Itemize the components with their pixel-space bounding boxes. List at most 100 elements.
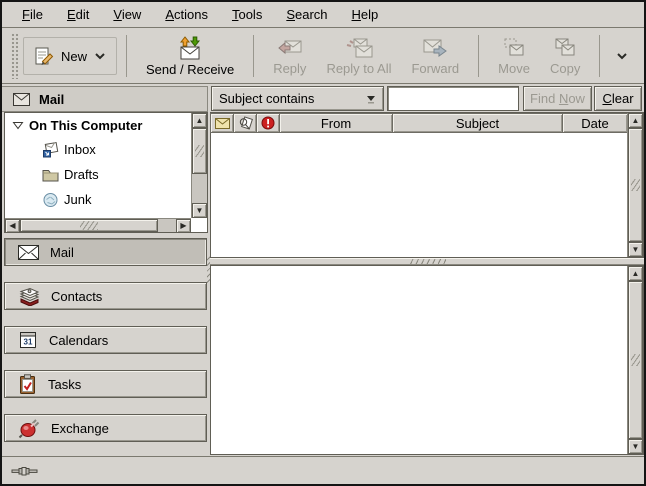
send-receive-button[interactable]: Send / Receive <box>136 32 244 81</box>
scrollbar-track[interactable] <box>192 128 207 203</box>
scroll-down-button[interactable]: ▼ <box>628 439 643 454</box>
reply-to-all-label: Reply to All <box>326 61 391 76</box>
search-criteria-dropdown[interactable]: Subject contains <box>211 86 384 111</box>
scroll-down-button[interactable]: ▼ <box>628 242 643 257</box>
toolbar-separator <box>599 35 600 77</box>
scrollbar-thumb[interactable] <box>20 219 158 232</box>
tree-item-junk[interactable]: Junk <box>6 187 190 212</box>
column-from[interactable]: From <box>279 113 393 133</box>
column-date[interactable]: Date <box>562 113 628 133</box>
scroll-up-button[interactable]: ▲ <box>628 266 643 281</box>
column-message-status[interactable] <box>210 113 234 133</box>
online-status-plug-icon[interactable] <box>11 465 41 477</box>
mail-header-envelope-icon <box>13 93 30 106</box>
thumb-grip <box>195 145 204 157</box>
new-message-icon <box>34 46 54 66</box>
menu-bar: File Edit View Actions Tools Search Help <box>2 2 644 28</box>
preview-splitter[interactable] <box>210 258 644 265</box>
copy-label: Copy <box>550 61 580 76</box>
menu-help[interactable]: Help <box>340 3 391 26</box>
tasks-icon <box>18 374 37 395</box>
menu-actions[interactable]: Actions <box>153 3 220 26</box>
junk-icon <box>42 192 59 208</box>
scroll-up-button[interactable]: ▲ <box>192 113 207 128</box>
preview-pane[interactable]: ▲ ▼ <box>210 265 644 455</box>
column-subject[interactable]: Subject <box>392 113 563 133</box>
message-status-icon <box>215 118 230 129</box>
scrollbar-track[interactable] <box>20 219 176 232</box>
clear-button[interactable]: Clear <box>594 86 642 111</box>
sidebar-header: Mail <box>2 86 208 112</box>
toolbar-drag-handle[interactable] <box>11 33 18 79</box>
preview-vertical-scrollbar: ▲ ▼ <box>627 266 643 454</box>
thumb-grip <box>631 179 640 191</box>
switcher-calendars-button[interactable]: 31 Calendars <box>4 326 207 354</box>
scrollbar-thumb[interactable] <box>628 128 643 242</box>
send-receive-label: Send / Receive <box>146 62 234 77</box>
svg-text:31: 31 <box>24 338 33 347</box>
switcher-tasks-button[interactable]: Tasks <box>4 370 207 398</box>
folder-tree-horizontal-scrollbar: ◀ ▶ <box>5 218 191 232</box>
folder-tree-rows: On This Computer Inbox <box>6 114 190 217</box>
scroll-left-button[interactable]: ◀ <box>5 219 20 233</box>
forward-label: Forward <box>411 61 459 76</box>
toolbar-overflow-button[interactable] <box>612 48 632 64</box>
exchange-icon <box>18 417 40 439</box>
tree-item-on-this-computer[interactable]: On This Computer <box>6 114 190 137</box>
reply-to-all-button[interactable]: Reply to All <box>316 33 401 80</box>
tree-item-label: Inbox <box>64 142 96 157</box>
menu-search[interactable]: Search <box>274 3 339 26</box>
reply-button[interactable]: Reply <box>263 33 316 80</box>
message-list[interactable]: From Subject Date ▲ ▼ <box>210 112 644 258</box>
scroll-down-button[interactable]: ▼ <box>192 203 207 218</box>
folder-tree: On This Computer Inbox <box>4 112 208 233</box>
search-criteria-value: Subject contains <box>219 91 314 106</box>
forward-icon <box>422 37 448 59</box>
menu-view[interactable]: View <box>101 3 153 26</box>
switcher-contacts-button[interactable]: Contacts <box>4 282 207 310</box>
reply-to-all-icon <box>344 37 374 59</box>
new-button[interactable]: New <box>23 37 117 75</box>
thumb-grip <box>80 221 98 230</box>
menu-edit[interactable]: Edit <box>55 3 101 26</box>
folder-tree-vertical-scrollbar: ▲ ▼ <box>191 113 207 218</box>
send-receive-icon <box>176 36 204 60</box>
copy-button[interactable]: Copy <box>540 33 590 80</box>
folder-icon <box>42 168 59 182</box>
switcher-label: Contacts <box>51 289 102 304</box>
switcher-exchange-button[interactable]: Exchange <box>4 414 207 442</box>
chevron-down-icon <box>616 52 628 60</box>
switcher-mail-button[interactable]: Mail <box>4 238 207 266</box>
scroll-right-button[interactable]: ▶ <box>176 219 191 233</box>
find-now-button[interactable]: Find Now <box>523 86 592 111</box>
status-bar <box>2 456 644 484</box>
scroll-up-button[interactable]: ▲ <box>628 113 643 128</box>
splitter-grip <box>408 259 446 264</box>
move-button[interactable]: Move <box>488 33 540 80</box>
toolbar-separator <box>253 35 254 77</box>
tree-item-inbox[interactable]: Inbox <box>6 137 190 162</box>
menu-tools[interactable]: Tools <box>220 3 274 26</box>
toolbar-separator <box>478 35 479 77</box>
menu-file[interactable]: File <box>10 3 55 26</box>
new-button-label: New <box>61 49 87 64</box>
forward-button[interactable]: Forward <box>401 33 469 80</box>
message-list-header: From Subject Date <box>211 113 628 133</box>
scrollbar-thumb[interactable] <box>628 281 643 439</box>
scrollbar-track[interactable] <box>628 281 643 439</box>
search-input[interactable] <box>387 86 519 111</box>
column-attachment[interactable] <box>233 113 257 133</box>
scrollbar-track[interactable] <box>628 128 643 242</box>
column-priority[interactable] <box>256 113 280 133</box>
move-icon <box>502 37 526 59</box>
thumb-grip <box>631 354 640 366</box>
reply-icon <box>277 37 303 59</box>
chevron-down-icon <box>94 52 106 60</box>
sidebar-header-label: Mail <box>39 92 64 107</box>
expander-open-icon[interactable] <box>12 121 24 130</box>
switcher-label: Tasks <box>48 377 81 392</box>
scrollbar-thumb[interactable] <box>192 128 207 174</box>
calendar-icon: 31 <box>18 330 38 350</box>
inbox-icon <box>42 141 59 158</box>
tree-item-drafts[interactable]: Drafts <box>6 162 190 187</box>
